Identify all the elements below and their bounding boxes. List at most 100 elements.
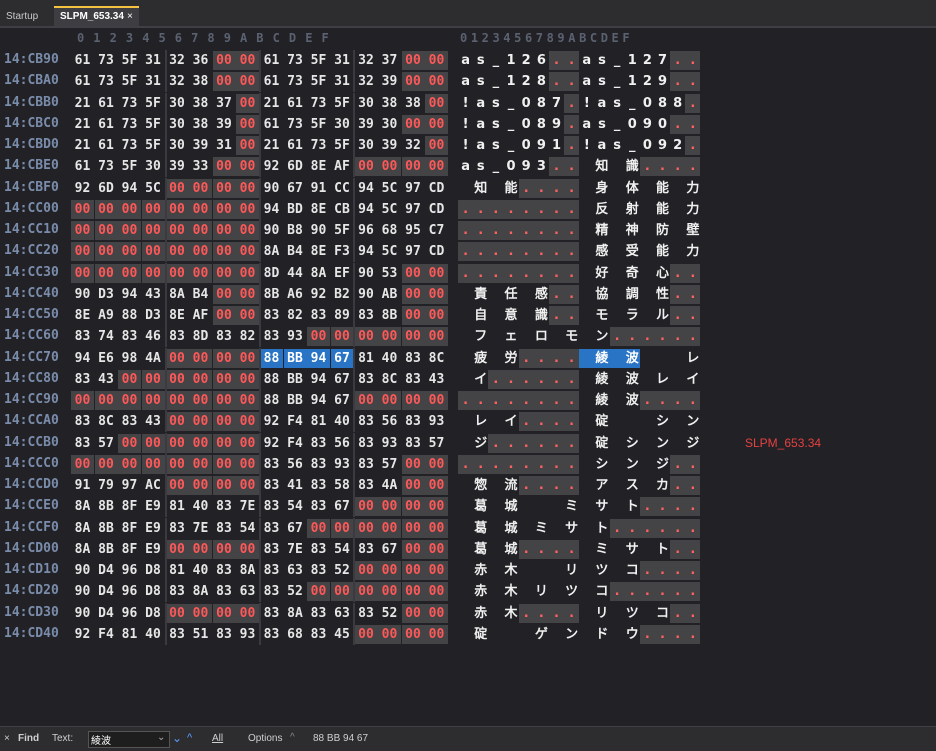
text-char[interactable]: . xyxy=(685,306,701,325)
text-char[interactable]: . xyxy=(670,603,686,623)
hex-byte[interactable]: 97 xyxy=(118,476,141,495)
text-char[interactable]: 2 xyxy=(670,136,685,155)
hex-byte[interactable]: 8B xyxy=(95,540,118,559)
hex-byte[interactable]: 43 xyxy=(425,370,448,389)
text-char[interactable]: 綾 xyxy=(594,348,610,368)
text-char[interactable]: 2 xyxy=(519,51,534,70)
hex-byte[interactable]: 00 xyxy=(189,348,212,368)
hex-byte[interactable]: 40 xyxy=(142,625,165,644)
hex-byte[interactable]: F4 xyxy=(95,625,118,644)
text-char[interactable]: . xyxy=(670,476,686,495)
hex-byte[interactable]: 57 xyxy=(378,455,401,474)
text-char[interactable]: ン xyxy=(564,625,579,644)
hex-byte[interactable]: 32 xyxy=(166,72,189,91)
text-char[interactable]: 1 xyxy=(503,72,518,91)
hex-byte[interactable]: 00 xyxy=(425,114,448,134)
hex-byte[interactable]: 90 xyxy=(71,285,94,304)
hex-byte[interactable]: 31 xyxy=(142,72,165,91)
hex-byte[interactable]: 67 xyxy=(331,497,354,516)
hex-byte[interactable]: 00 xyxy=(71,242,94,262)
hex-byte[interactable]: 21 xyxy=(260,136,283,155)
hex-byte[interactable]: 67 xyxy=(331,391,354,410)
hex-byte[interactable]: 90 xyxy=(307,221,330,240)
hex-byte[interactable]: 00 xyxy=(425,603,448,623)
hex-byte[interactable]: D4 xyxy=(95,604,118,623)
text-char[interactable] xyxy=(579,604,594,623)
text-char[interactable]: . xyxy=(533,221,549,240)
text-char[interactable] xyxy=(579,370,594,389)
text-char[interactable]: s xyxy=(488,136,503,155)
hex-row[interactable]: 14:CC40 90 D3 94 43 8A B4 00 00 8B A6 92 B2 90 AB 00 00 責… xyxy=(0,283,936,305)
text-char[interactable]: モ xyxy=(594,306,609,325)
text-char[interactable]: a xyxy=(458,51,473,70)
text-char[interactable] xyxy=(519,285,534,304)
text-char[interactable] xyxy=(549,561,564,580)
text-char[interactable] xyxy=(488,179,503,198)
hex-byte[interactable]: D3 xyxy=(95,285,118,304)
hex-byte[interactable]: AB xyxy=(378,285,401,304)
text-char[interactable]: 能 xyxy=(655,179,670,198)
hex-byte[interactable]: 00 xyxy=(71,263,94,283)
text-char[interactable]: 壁 xyxy=(685,221,700,240)
text-char[interactable]: ル xyxy=(655,306,670,325)
hex-byte[interactable]: 68 xyxy=(284,625,307,644)
text-char[interactable]: 神 xyxy=(625,221,640,240)
text-char[interactable]: 8 xyxy=(670,94,685,113)
text-char[interactable]: _ xyxy=(488,72,503,91)
hex-byte[interactable]: 00 xyxy=(425,93,448,113)
text-char[interactable]: . xyxy=(685,114,701,134)
hex-byte[interactable]: 92 xyxy=(260,434,283,453)
hex-byte[interactable]: D8 xyxy=(142,582,165,601)
hex-byte[interactable]: 8C xyxy=(425,349,448,368)
hex-row[interactable]: 14:CBD0 21 61 73 5F 30 39 31 00 21 61 73 5F 30 39 32 00!… xyxy=(0,135,936,156)
hex-editor[interactable]: 0123456789ABCDEF 0123456789ABCDEF 14:CB9… xyxy=(0,28,936,724)
text-char[interactable] xyxy=(610,604,625,623)
text-char[interactable]: a xyxy=(473,115,488,134)
text-char[interactable]: . xyxy=(639,391,655,410)
hex-byte[interactable]: 73 xyxy=(95,72,118,91)
hex-byte[interactable]: 00 xyxy=(425,624,448,644)
text-char[interactable]: . xyxy=(548,306,565,325)
hex-byte[interactable]: 00 xyxy=(212,433,236,453)
hex-byte[interactable]: CC xyxy=(331,179,354,198)
hex-byte[interactable]: B4 xyxy=(284,242,307,261)
hex-byte[interactable]: 00 xyxy=(378,518,401,538)
hex-byte[interactable]: 00 xyxy=(236,199,259,219)
text-char[interactable]: 0 xyxy=(503,157,518,176)
text-char[interactable] xyxy=(579,434,594,453)
hex-byte[interactable]: F3 xyxy=(331,242,354,261)
hex-byte[interactable]: 93 xyxy=(331,455,354,474)
text-char[interactable] xyxy=(640,349,655,368)
hex-byte[interactable]: 54 xyxy=(236,519,259,538)
text-char[interactable]: _ xyxy=(503,94,518,113)
text-char[interactable] xyxy=(640,242,655,261)
hex-byte[interactable]: 38 xyxy=(378,94,401,113)
text-char[interactable]: . xyxy=(533,348,549,368)
text-char[interactable]: 城 xyxy=(503,540,518,559)
text-char[interactable]: . xyxy=(548,412,565,432)
text-char[interactable]: . xyxy=(473,454,489,474)
text-char[interactable]: a xyxy=(579,115,594,134)
hex-byte[interactable]: 57 xyxy=(425,434,448,453)
hex-byte[interactable]: 00 xyxy=(165,199,189,219)
text-char[interactable]: 城 xyxy=(503,519,518,538)
text-char[interactable] xyxy=(625,412,640,431)
hex-byte[interactable]: 83 xyxy=(355,412,378,431)
text-char[interactable]: シ xyxy=(625,434,640,453)
hex-byte[interactable]: 90 xyxy=(71,561,94,580)
text-char[interactable]: . xyxy=(654,497,671,517)
hex-byte[interactable]: 00 xyxy=(118,242,141,262)
text-char[interactable]: 波 xyxy=(624,348,640,368)
text-char[interactable]: . xyxy=(670,518,686,538)
hex-byte[interactable]: 4A xyxy=(378,476,401,495)
text-char[interactable]: . xyxy=(685,454,701,474)
hex-byte[interactable]: 61 xyxy=(95,136,118,155)
text-char[interactable] xyxy=(610,561,625,580)
hex-byte[interactable]: 00 xyxy=(236,306,259,325)
text-char[interactable]: 綾 xyxy=(594,391,609,410)
text-char[interactable] xyxy=(549,327,564,346)
text-char[interactable] xyxy=(534,497,549,516)
text-char[interactable]: 1 xyxy=(625,51,640,70)
text-char[interactable] xyxy=(519,306,534,325)
text-char[interactable]: ミ xyxy=(534,519,549,538)
